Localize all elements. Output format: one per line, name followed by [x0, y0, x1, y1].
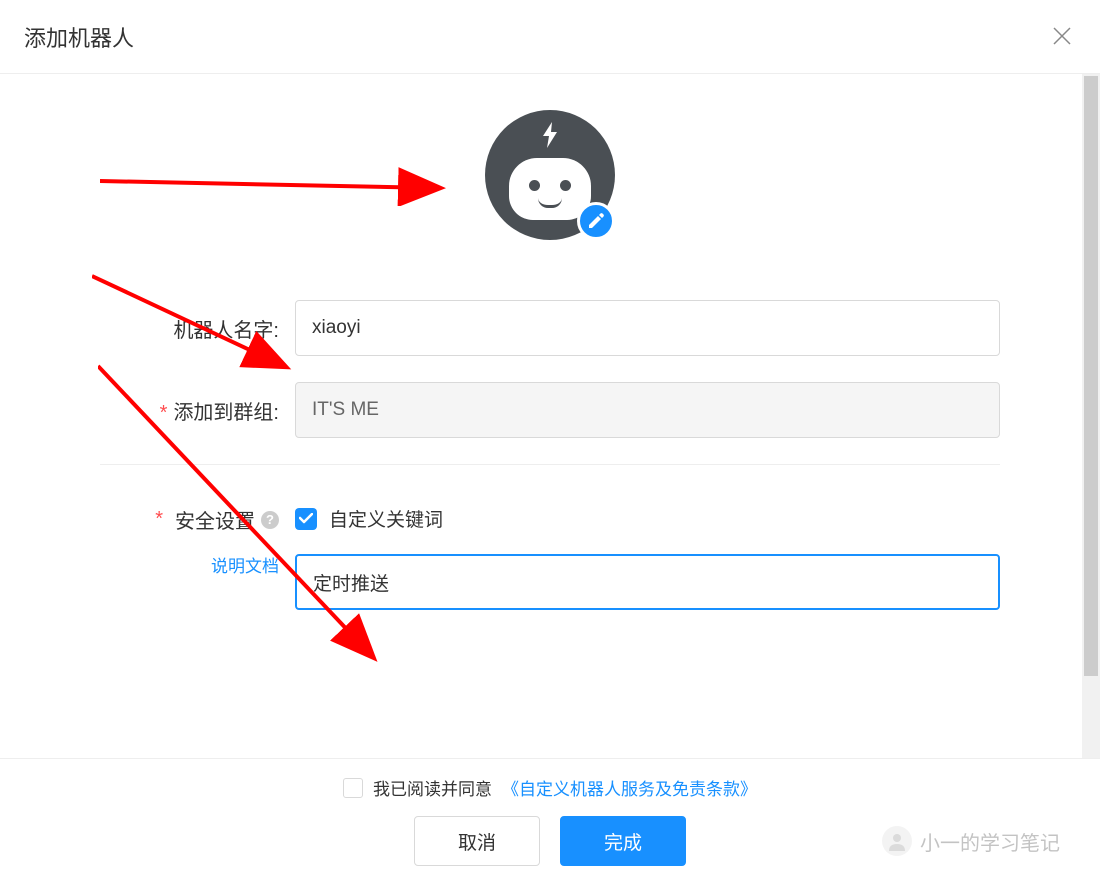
avatar-wrapper[interactable]: [485, 110, 615, 240]
watermark-avatar-icon: [882, 826, 912, 856]
antenna-bolt-icon: [539, 122, 561, 150]
keyword-input[interactable]: [295, 554, 1000, 610]
confirm-button[interactable]: 完成: [560, 816, 686, 866]
button-row: 取消 完成: [414, 816, 686, 866]
close-button[interactable]: [1048, 19, 1076, 55]
help-icon[interactable]: ?: [261, 511, 279, 529]
agreement-checkbox[interactable]: [343, 778, 363, 798]
custom-keyword-label: 自定义关键词: [329, 505, 443, 532]
checkmark-icon: [299, 513, 313, 524]
security-content: 自定义关键词: [295, 505, 1000, 610]
security-label: * 安全设置 ?: [100, 505, 279, 534]
edit-avatar-button[interactable]: [577, 202, 615, 240]
section-divider: [100, 464, 1000, 465]
add-to-group-row: *添加到群组:: [100, 382, 1000, 438]
agreement-text: 我已阅读并同意: [373, 775, 492, 800]
pencil-icon: [587, 212, 605, 230]
robot-name-label: 机器人名字:: [100, 314, 295, 343]
dialog-title: 添加机器人: [24, 21, 134, 53]
add-to-group-label: *添加到群组:: [100, 396, 295, 425]
robot-name-row: 机器人名字:: [100, 300, 1000, 356]
dialog-body: 机器人名字: *添加到群组: * 安全设置 ? 说明文档: [0, 74, 1100, 776]
watermark: 小一的学习笔记: [882, 826, 1060, 856]
group-input[interactable]: [295, 382, 1000, 438]
required-asterisk: *: [155, 508, 163, 531]
cancel-button[interactable]: 取消: [414, 816, 540, 866]
robot-name-input[interactable]: [295, 300, 1000, 356]
security-section: * 安全设置 ? 说明文档 自定义关键词: [0, 505, 1100, 610]
custom-keyword-checkbox-row: 自定义关键词: [295, 505, 1000, 532]
custom-keyword-checkbox[interactable]: [295, 508, 317, 530]
agreement-link[interactable]: 《自定义机器人服务及免责条款》: [502, 775, 757, 800]
dialog-header: 添加机器人: [0, 0, 1100, 74]
scrollbar-thumb[interactable]: [1084, 76, 1098, 676]
form-section: 机器人名字: *添加到群组:: [0, 300, 1100, 438]
agreement-row: 我已阅读并同意 《自定义机器人服务及免责条款》: [343, 775, 757, 800]
watermark-text: 小一的学习笔记: [920, 827, 1060, 856]
close-icon: [1052, 26, 1072, 46]
security-label-column: * 安全设置 ? 说明文档: [100, 505, 295, 610]
avatar-section: [0, 110, 1100, 240]
required-asterisk: *: [160, 402, 168, 424]
dialog-footer: 我已阅读并同意 《自定义机器人服务及免责条款》 取消 完成: [0, 758, 1100, 890]
documentation-link[interactable]: 说明文档: [211, 552, 279, 577]
